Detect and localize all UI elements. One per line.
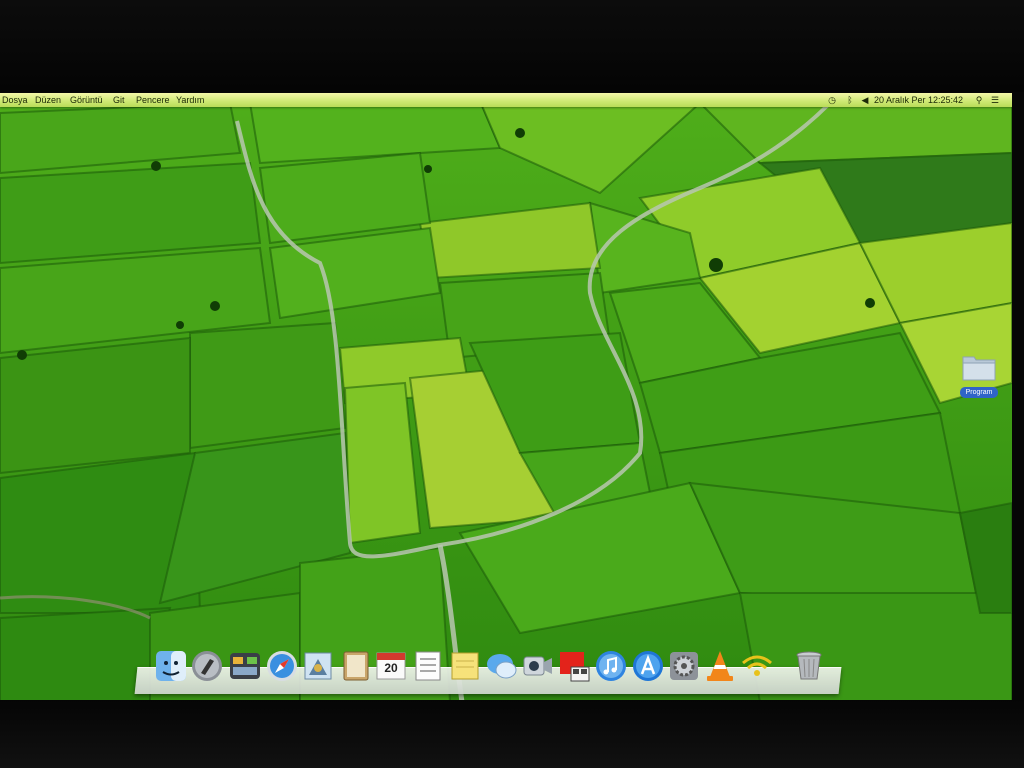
spotlight-search-icon[interactable]: ⚲ <box>974 95 984 105</box>
system-preferences-icon <box>670 652 698 680</box>
menu-yardim[interactable]: Yardım <box>176 94 204 106</box>
bluetooth-icon[interactable]: ᛒ <box>845 95 855 105</box>
monitor-bezel-bottom <box>0 700 1024 768</box>
notes-icon <box>451 652 479 680</box>
reminders-icon <box>415 651 441 681</box>
monitor-bezel-top <box>0 0 1024 92</box>
dock-item-system-preferences[interactable] <box>667 649 701 683</box>
time-machine-icon[interactable]: ◷ <box>827 95 837 105</box>
contacts-icon <box>343 651 369 681</box>
menu-duzen[interactable]: Düzen <box>35 94 61 106</box>
menu-pencere[interactable]: Pencere <box>136 94 170 106</box>
folder-icon <box>962 356 996 381</box>
monitor-logo <box>450 718 540 730</box>
vlc-icon <box>707 651 733 681</box>
mail-icon <box>304 652 332 680</box>
safari-icon <box>267 651 297 681</box>
menu-dosya[interactable]: Dosya <box>2 94 28 106</box>
dock-item-mission-control[interactable] <box>228 649 262 683</box>
dock-item-itunes[interactable] <box>594 649 628 683</box>
dock-item-photo-booth[interactable] <box>557 649 591 683</box>
wallpaper-rice-fields <box>0 93 1012 702</box>
dock-item-reminders[interactable] <box>411 649 445 683</box>
photo-booth-icon <box>560 652 590 682</box>
dock-item-finder[interactable] <box>154 649 188 683</box>
menu-gorunum[interactable]: Görüntü <box>70 94 103 106</box>
dock-item-notes[interactable] <box>448 649 482 683</box>
menubar-clock[interactable]: 20 Aralık Per 12:25:42 <box>874 94 963 106</box>
app-store-icon <box>633 651 663 681</box>
wifi-icon <box>742 655 772 676</box>
dock-item-messages[interactable] <box>485 649 519 683</box>
dock-item-app-store[interactable] <box>631 649 665 683</box>
messages-icon <box>487 654 517 679</box>
dock-item-contacts[interactable] <box>339 649 373 683</box>
dock-item-facetime[interactable] <box>521 649 555 683</box>
dock-item-calendar[interactable]: 20 <box>374 649 408 683</box>
dock-item-wifi[interactable] <box>740 649 774 683</box>
folder-label: Program <box>960 387 998 398</box>
finder-icon <box>156 651 186 681</box>
dock-item-vlc[interactable] <box>703 649 737 683</box>
dock-item-safari[interactable] <box>265 649 299 683</box>
dock-item-launchpad[interactable] <box>190 649 224 683</box>
dock-item-trash[interactable] <box>792 649 826 683</box>
facetime-icon <box>523 656 552 676</box>
trash-icon <box>796 651 822 680</box>
menu-git[interactable]: Git <box>113 94 125 106</box>
itunes-icon <box>596 651 626 681</box>
mission-control-icon <box>230 653 260 679</box>
desktop-folder-program[interactable]: Program <box>956 349 1004 401</box>
menu-bar: Dosya Düzen Görüntü Git Pencere Yardım ◷… <box>0 93 1012 107</box>
calendar-date-label: 20 <box>384 661 398 675</box>
launchpad-icon <box>192 651 222 681</box>
notification-center-icon[interactable]: ☰ <box>990 95 1000 105</box>
dock-item-mail[interactable] <box>301 649 335 683</box>
volume-icon[interactable]: ◀ <box>860 95 870 105</box>
desktop-screen: Dosya Düzen Görüntü Git Pencere Yardım ◷… <box>0 93 1012 702</box>
